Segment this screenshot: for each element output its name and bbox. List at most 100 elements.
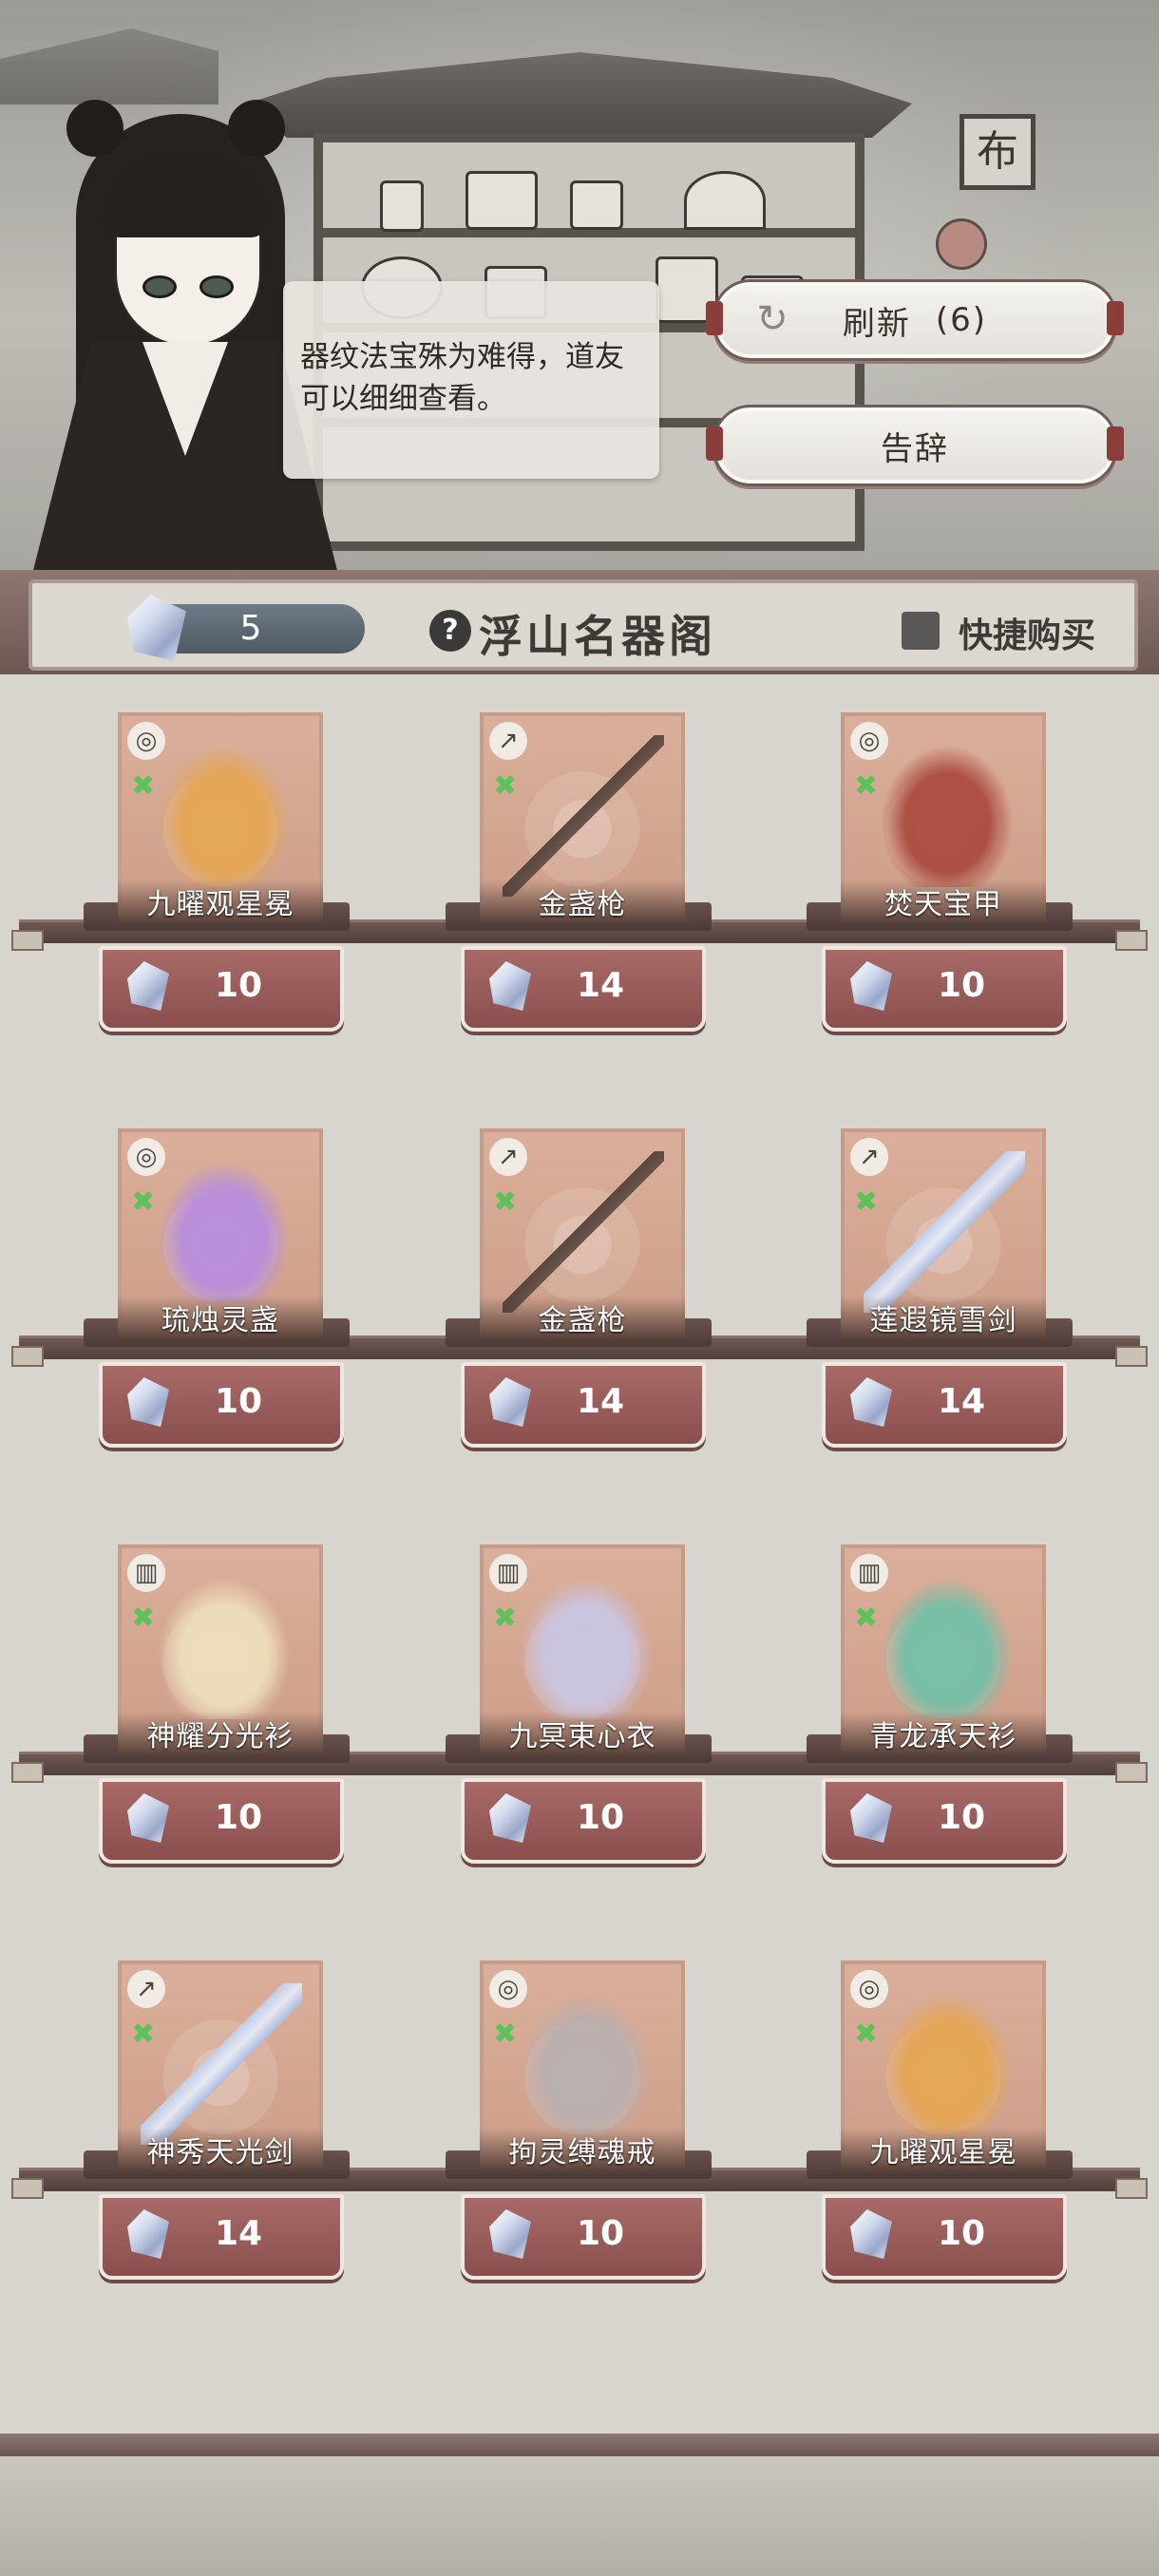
shop-header-bar: 5 ? 浮山名器阁 快捷购买 bbox=[0, 570, 1159, 674]
item-card[interactable]: ▥ ✖ 青龙承天衫 bbox=[841, 1544, 1046, 1757]
wood-element-icon: ✖ bbox=[493, 1185, 518, 1219]
item-price-button[interactable]: 10 bbox=[99, 946, 344, 1032]
refresh-button[interactable]: ↻ 刷新 (6) bbox=[706, 279, 1124, 361]
refresh-icon: ↻ bbox=[756, 297, 790, 341]
spirit-crystal-icon bbox=[127, 2209, 169, 2259]
item-price-button[interactable]: 10 bbox=[822, 1778, 1067, 1864]
item-price-button[interactable]: 10 bbox=[99, 1778, 344, 1864]
currency-amount: 5 bbox=[239, 609, 262, 648]
wood-element-icon: ✖ bbox=[131, 2017, 156, 2051]
item-price: 10 bbox=[215, 1798, 263, 1837]
item-card[interactable]: ◎ ✖ 拘灵缚魂戒 bbox=[480, 1960, 685, 2173]
wood-element-icon: ✖ bbox=[493, 1601, 518, 1635]
item-name: 焚天宝甲 bbox=[841, 880, 1046, 925]
item-name: 神耀分光衫 bbox=[118, 1712, 323, 1757]
spirit-crystal-icon bbox=[127, 1793, 169, 1843]
quick-buy-label[interactable]: 快捷购买 bbox=[959, 608, 1095, 657]
item-name: 金盏枪 bbox=[480, 1296, 685, 1341]
item-card[interactable]: ◎ ✖ 九曜观星冕 bbox=[841, 1960, 1046, 2173]
wood-element-icon: ✖ bbox=[493, 769, 518, 803]
ring-icon: ◎ bbox=[489, 1970, 527, 2008]
item-card[interactable]: ▥ ✖ 九冥束心衣 bbox=[480, 1544, 685, 1757]
spirit-crystal-icon bbox=[127, 961, 169, 1011]
item-card[interactable]: ◎ ✖ 焚天宝甲 bbox=[841, 712, 1046, 925]
item-price-button[interactable]: 10 bbox=[822, 946, 1067, 1032]
item-card[interactable]: ↗ ✖ 金盏枪 bbox=[480, 712, 685, 925]
item-price: 10 bbox=[215, 966, 263, 1005]
shop-roof bbox=[247, 52, 912, 138]
spirit-crystal-icon bbox=[489, 961, 531, 1011]
spirit-crystal-icon bbox=[489, 1377, 531, 1427]
spirit-crystal-icon bbox=[489, 2209, 531, 2259]
item-price-button[interactable]: 10 bbox=[461, 1778, 706, 1864]
armor-artwork bbox=[881, 745, 1014, 887]
item-card[interactable]: ↗ ✖ 神秀天光剑 bbox=[118, 1960, 323, 2173]
item-card[interactable]: ↗ ✖ 金盏枪 bbox=[480, 1128, 685, 1341]
leave-label: 告辞 bbox=[881, 429, 949, 468]
cloth-shop-sign: 布 bbox=[960, 114, 1036, 190]
weapon-icon: ↗ bbox=[127, 1970, 165, 2008]
lamp-artwork bbox=[158, 1161, 291, 1303]
item-price: 10 bbox=[577, 2214, 625, 2253]
spirit-crystal-icon bbox=[127, 1377, 169, 1427]
item-name: 九冥束心衣 bbox=[480, 1712, 685, 1757]
dialog-text: 器纹法宝殊为难得，道友可以细细查看。 bbox=[300, 340, 624, 416]
bottom-area bbox=[0, 2456, 1159, 2576]
item-price-button[interactable]: 10 bbox=[461, 2194, 706, 2280]
shop-scene-background: 布 器纹法宝殊为难得，道友可以细细查看。 ↻ 刷新 (6) 告辞 bbox=[0, 0, 1159, 579]
item-card[interactable]: ▥ ✖ 神耀分光衫 bbox=[118, 1544, 323, 1757]
item-price: 14 bbox=[215, 2214, 263, 2253]
item-name: 琉烛灵盏 bbox=[118, 1296, 323, 1341]
robe-artwork bbox=[158, 1577, 291, 1719]
ring-icon: ◎ bbox=[850, 722, 888, 760]
item-price: 14 bbox=[577, 1382, 625, 1421]
item-price: 14 bbox=[577, 966, 625, 1005]
bottom-rail bbox=[0, 2434, 1159, 2456]
help-icon[interactable]: ? bbox=[429, 610, 471, 652]
wood-element-icon: ✖ bbox=[854, 2017, 879, 2051]
refresh-count: (6) bbox=[935, 301, 988, 339]
item-price: 10 bbox=[938, 2214, 986, 2253]
item-price: 10 bbox=[577, 1798, 625, 1837]
ring-icon: ◎ bbox=[127, 1138, 165, 1176]
shop-title: 浮山名器阁 bbox=[479, 611, 716, 662]
weapon-icon: ↗ bbox=[489, 722, 527, 760]
spear-artwork bbox=[503, 735, 664, 897]
spirit-crystal-icon bbox=[489, 1793, 531, 1843]
sword-artwork bbox=[864, 1151, 1025, 1313]
item-price-button[interactable]: 14 bbox=[822, 1362, 1067, 1448]
spirit-crystal-icon bbox=[850, 1793, 892, 1843]
item-price-button[interactable]: 10 bbox=[822, 2194, 1067, 2280]
item-price-button[interactable]: 14 bbox=[99, 2194, 344, 2280]
weapon-icon: ↗ bbox=[850, 1138, 888, 1176]
item-name: 青龙承天衫 bbox=[841, 1712, 1046, 1757]
item-price-button[interactable]: 14 bbox=[461, 946, 706, 1032]
item-name: 九曜观星冕 bbox=[841, 2128, 1046, 2173]
armor-icon: ▥ bbox=[850, 1554, 888, 1592]
ring-icon: ◎ bbox=[850, 1970, 888, 2008]
wood-element-icon: ✖ bbox=[854, 769, 879, 803]
armor-icon: ▥ bbox=[489, 1554, 527, 1592]
item-price-button[interactable]: 14 bbox=[461, 1362, 706, 1448]
robe-artwork bbox=[520, 1577, 653, 1719]
item-price-button[interactable]: 10 bbox=[99, 1362, 344, 1448]
wood-element-icon: ✖ bbox=[854, 1601, 879, 1635]
item-name: 拘灵缚魂戒 bbox=[480, 2128, 685, 2173]
item-name: 九曜观星冕 bbox=[118, 880, 323, 925]
wood-element-icon: ✖ bbox=[493, 2017, 518, 2051]
wood-element-icon: ✖ bbox=[131, 1601, 156, 1635]
wood-element-icon: ✖ bbox=[854, 1185, 879, 1219]
item-price: 10 bbox=[215, 1382, 263, 1421]
dialog-bubble: 器纹法宝殊为难得，道友可以细细查看。 bbox=[283, 281, 659, 479]
spirit-crystal-icon bbox=[850, 2209, 892, 2259]
robe-artwork bbox=[881, 1577, 1014, 1719]
spirit-crystal-icon bbox=[850, 961, 892, 1011]
item-card[interactable]: ◎ ✖ 琉烛灵盏 bbox=[118, 1128, 323, 1341]
item-card[interactable]: ↗ ✖ 莲遐镜雪剑 bbox=[841, 1128, 1046, 1341]
leave-button[interactable]: 告辞 bbox=[706, 405, 1124, 486]
item-card[interactable]: ◎ ✖ 九曜观星冕 bbox=[118, 712, 323, 925]
item-price: 10 bbox=[938, 1798, 986, 1837]
item-price: 14 bbox=[938, 1382, 986, 1421]
ring-icon: ◎ bbox=[127, 722, 165, 760]
quick-buy-checkbox[interactable] bbox=[902, 612, 940, 650]
